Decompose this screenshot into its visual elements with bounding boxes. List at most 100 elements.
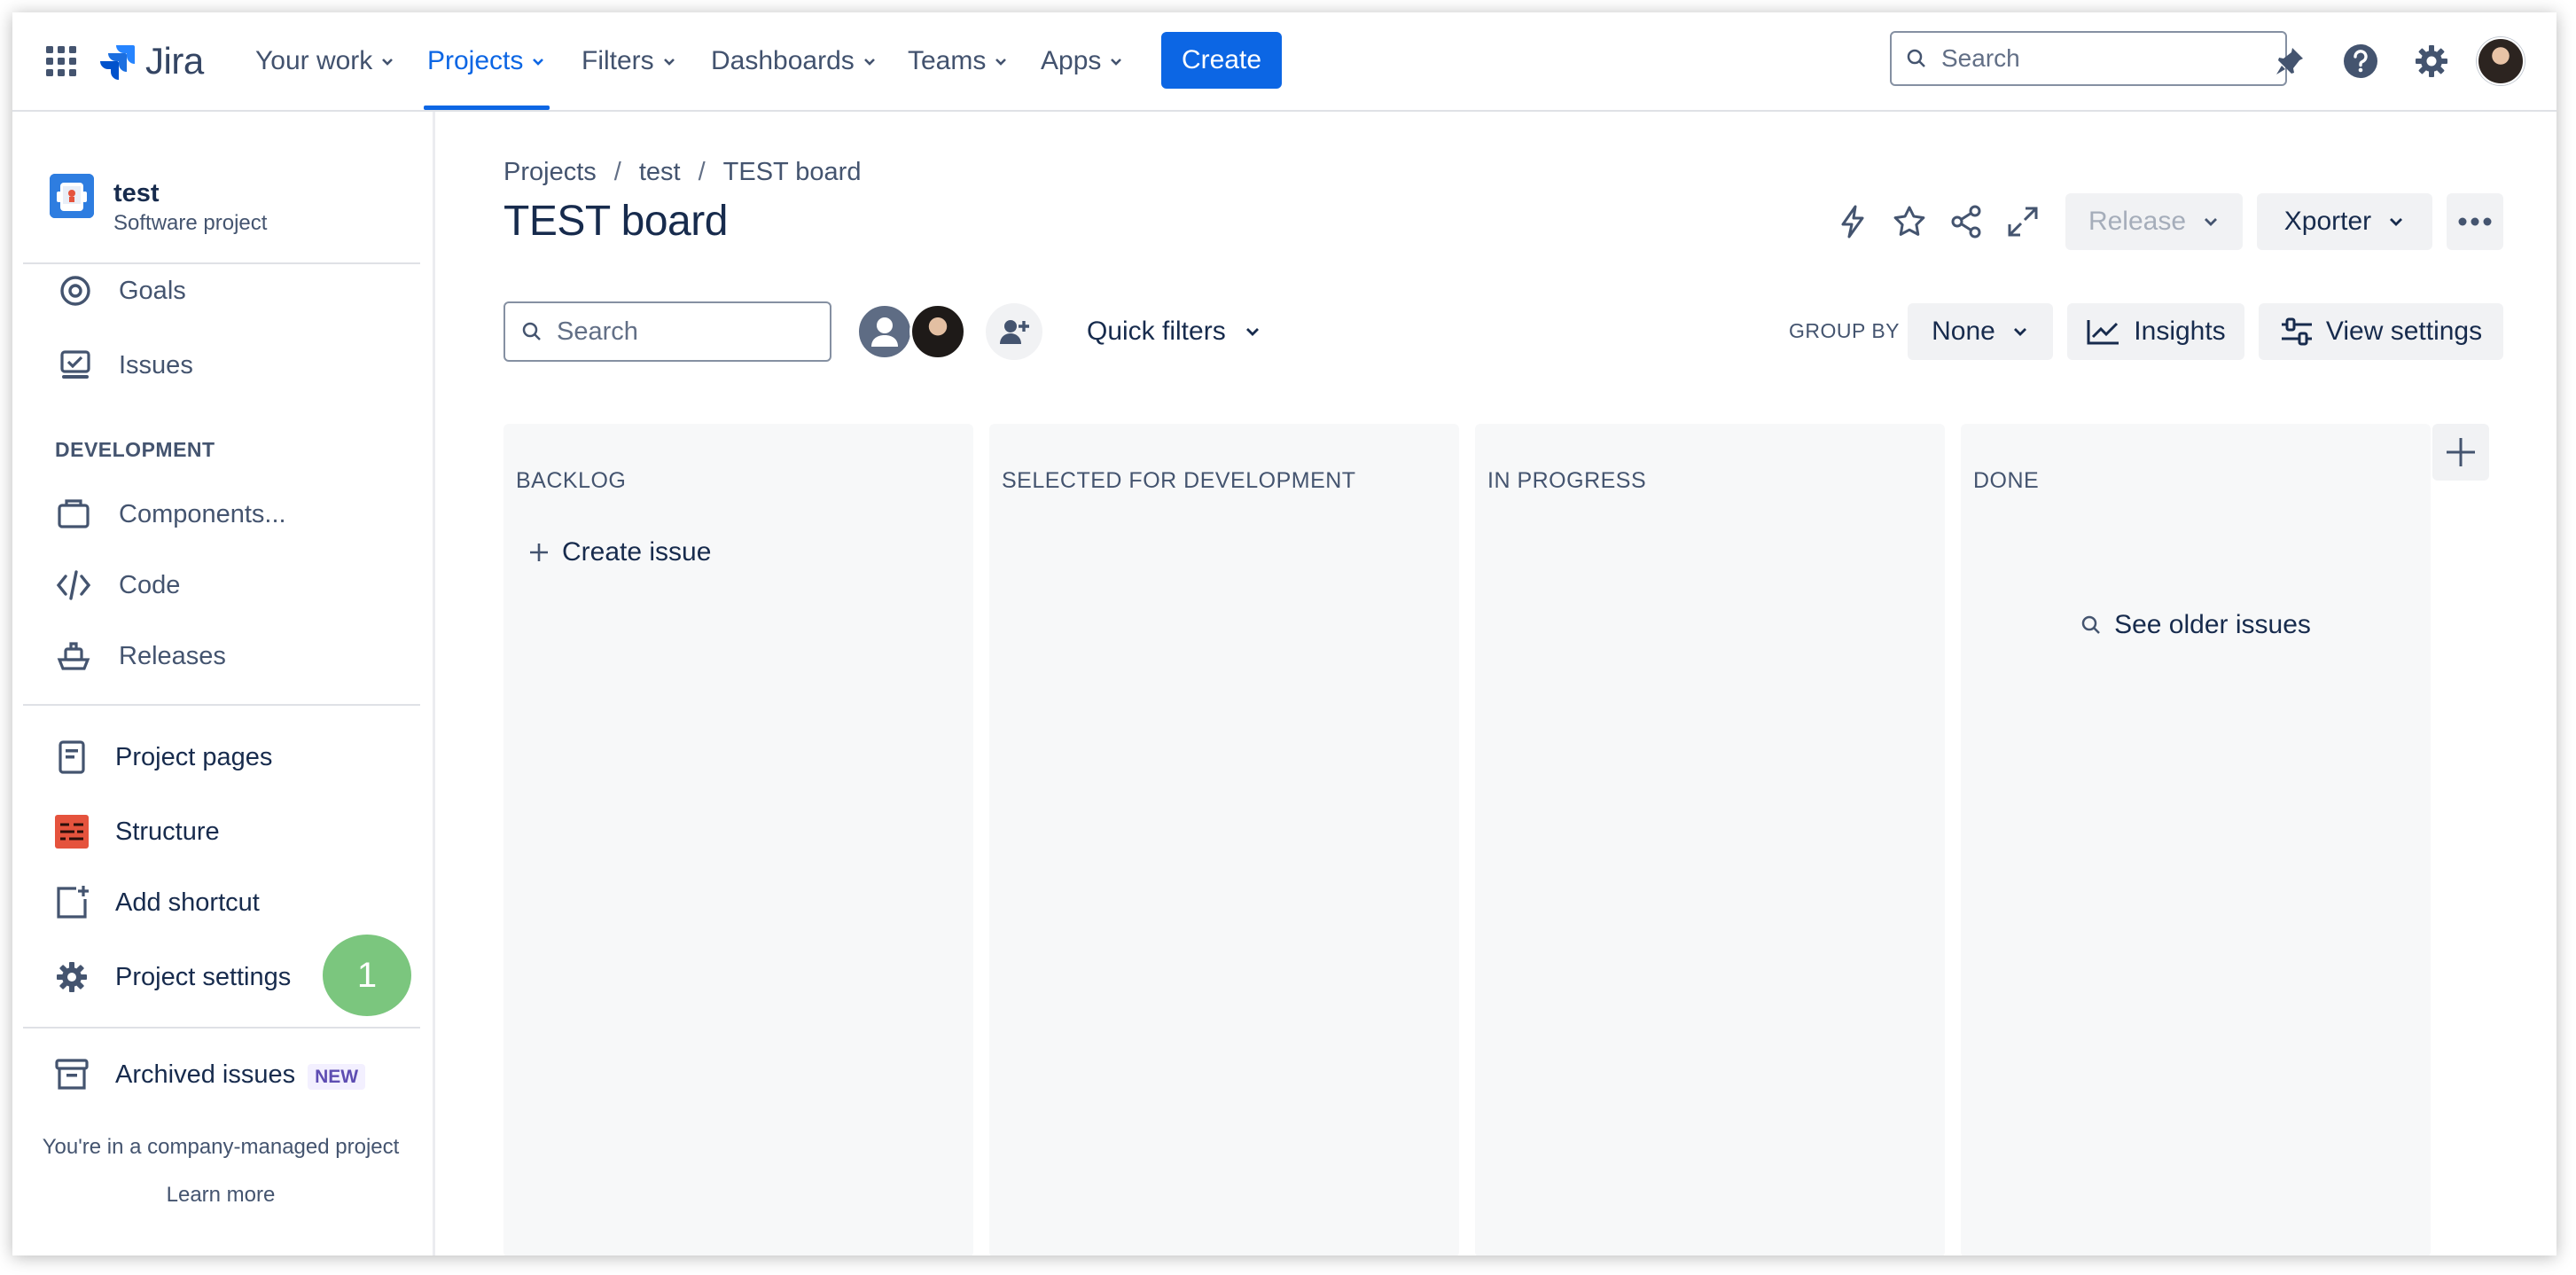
nav-label: Projects — [427, 46, 524, 75]
nav-label: Dashboards — [711, 46, 855, 75]
chevron-down-icon — [1245, 328, 1259, 336]
new-badge: NEW — [308, 1063, 366, 1090]
xporter-button[interactable]: Xporter — [2257, 193, 2432, 250]
create-issue-button[interactable]: Create issue — [528, 537, 711, 567]
view-settings-button[interactable]: View settings — [2259, 303, 2503, 360]
group-by-select[interactable]: None — [1908, 303, 2053, 360]
add-shortcut-icon — [53, 884, 90, 921]
sliders-icon — [2281, 317, 2312, 346]
app-switcher-icon[interactable] — [44, 44, 78, 78]
breadcrumb-projects[interactable]: Projects — [503, 158, 597, 187]
unassigned-avatar[interactable] — [856, 303, 913, 360]
ship-icon — [55, 638, 92, 675]
chevron-down-icon — [2013, 328, 2026, 336]
user-avatar[interactable] — [2477, 37, 2525, 85]
view-settings-label: View settings — [2325, 317, 2483, 346]
search-icon — [1907, 49, 1925, 67]
add-column-icon[interactable] — [2432, 424, 2489, 481]
share-icon[interactable] — [1947, 202, 1986, 241]
sidebar-item-components[interactable]: Components... — [12, 488, 429, 541]
board-search[interactable] — [503, 301, 831, 362]
company-managed-note: You're in a company-managed project — [42, 1135, 400, 1159]
see-older-label: See older issues — [2114, 610, 2311, 639]
nav-label: Teams — [908, 46, 987, 75]
sidebar-item-label: Archived issues NEW — [115, 1060, 366, 1090]
chevron-down-icon — [863, 59, 875, 66]
xporter-label: Xporter — [2283, 207, 2372, 236]
nav-apps[interactable]: Apps — [1041, 12, 1124, 110]
sidebar-item-label: Issues — [119, 350, 193, 379]
see-older-issues-link[interactable]: See older issues — [1961, 610, 2431, 640]
board-column-in-progress[interactable]: IN PROGRESS — [1475, 424, 1945, 1255]
sidebar-item-archived-issues[interactable]: Archived issues NEW — [12, 1048, 429, 1101]
search-input[interactable] — [1940, 43, 2271, 74]
learn-more-link[interactable]: Learn more — [12, 1183, 429, 1208]
sidebar-item-releases[interactable]: Releases — [12, 630, 429, 683]
nav-filters[interactable]: Filters — [582, 12, 677, 110]
board-column-selected-for-development[interactable]: SELECTED FOR DEVELOPMENT — [989, 424, 1459, 1255]
gear-icon — [53, 958, 90, 996]
chevron-down-icon — [995, 59, 1007, 66]
sidebar-item-code[interactable]: Code — [12, 559, 429, 612]
plus-icon — [530, 544, 548, 561]
sidebar-item-label: Structure — [115, 817, 220, 846]
release-button[interactable]: Release — [2065, 193, 2243, 250]
issues-icon — [57, 347, 94, 384]
chevron-down-icon — [663, 59, 675, 66]
user-avatar-filter[interactable] — [909, 303, 966, 360]
quick-filters-dropdown[interactable]: Quick filters — [1087, 301, 1261, 362]
archived-label: Archived issues — [115, 1060, 296, 1089]
jira-mark-icon — [100, 45, 135, 80]
more-actions-icon[interactable] — [2447, 193, 2503, 250]
help-icon[interactable] — [2340, 41, 2381, 82]
sidebar-item-issues[interactable]: Issues — [12, 339, 429, 392]
breadcrumb-separator: / — [698, 158, 706, 186]
target-icon — [57, 272, 94, 309]
insights-button[interactable]: Insights — [2067, 303, 2244, 360]
nav-projects[interactable]: Projects — [423, 12, 550, 110]
sidebar-item-label: Project settings — [115, 962, 292, 991]
board-column-backlog[interactable]: BACKLOG Create issue — [503, 424, 973, 1255]
automation-bolt-icon[interactable] — [1833, 202, 1872, 241]
notifications-icon[interactable] — [2269, 41, 2310, 82]
add-people-icon[interactable] — [986, 303, 1042, 360]
sidebar-item-label: Goals — [119, 276, 186, 305]
column-title: BACKLOG — [516, 468, 627, 493]
insights-chart-icon — [2087, 320, 2119, 345]
global-search[interactable] — [1890, 31, 2287, 86]
sidebar-item-label: Releases — [119, 641, 226, 670]
project-avatar-icon[interactable] — [50, 174, 94, 218]
breadcrumb-board[interactable]: TEST board — [723, 158, 862, 187]
nav-your-work[interactable]: Your work — [255, 12, 395, 110]
sidebar-divider — [23, 704, 420, 706]
sidebar-item-label: Code — [119, 570, 181, 599]
sidebar-item-add-shortcut[interactable]: Add shortcut — [12, 876, 429, 929]
nav-teams[interactable]: Teams — [908, 12, 1009, 110]
create-issue-label: Create issue — [562, 537, 712, 567]
expand-icon[interactable] — [2003, 202, 2042, 241]
star-icon[interactable] — [1890, 202, 1929, 241]
breadcrumb-project[interactable]: test — [639, 158, 681, 187]
column-title: DONE — [1973, 468, 2040, 493]
board-column-done[interactable]: DONE See older issues — [1961, 424, 2431, 1255]
nav-dashboards[interactable]: Dashboards — [711, 12, 878, 110]
board-search-input[interactable] — [555, 316, 824, 348]
sidebar-item-label: Components... — [119, 499, 286, 528]
sidebar-item-goals[interactable]: Goals — [12, 264, 429, 317]
column-title: SELECTED FOR DEVELOPMENT — [1002, 468, 1356, 493]
component-icon — [55, 496, 92, 533]
sidebar-divider — [23, 1027, 420, 1029]
jira-logo[interactable]: Jira — [98, 39, 204, 83]
chevron-down-icon — [2390, 218, 2403, 226]
sidebar-item-structure[interactable]: Structure — [12, 805, 429, 858]
breadcrumb: Projects / test / TEST board — [503, 158, 861, 187]
search-icon — [522, 322, 541, 340]
page-icon — [53, 739, 90, 776]
breadcrumb-separator: / — [613, 158, 621, 186]
structure-icon — [53, 813, 90, 850]
chevron-down-icon — [2205, 218, 2218, 226]
step-badge: 1 — [323, 935, 411, 1016]
create-button[interactable]: Create — [1161, 32, 1282, 89]
sidebar-item-project-pages[interactable]: Project pages — [12, 731, 429, 784]
settings-gear-icon[interactable] — [2411, 41, 2452, 82]
